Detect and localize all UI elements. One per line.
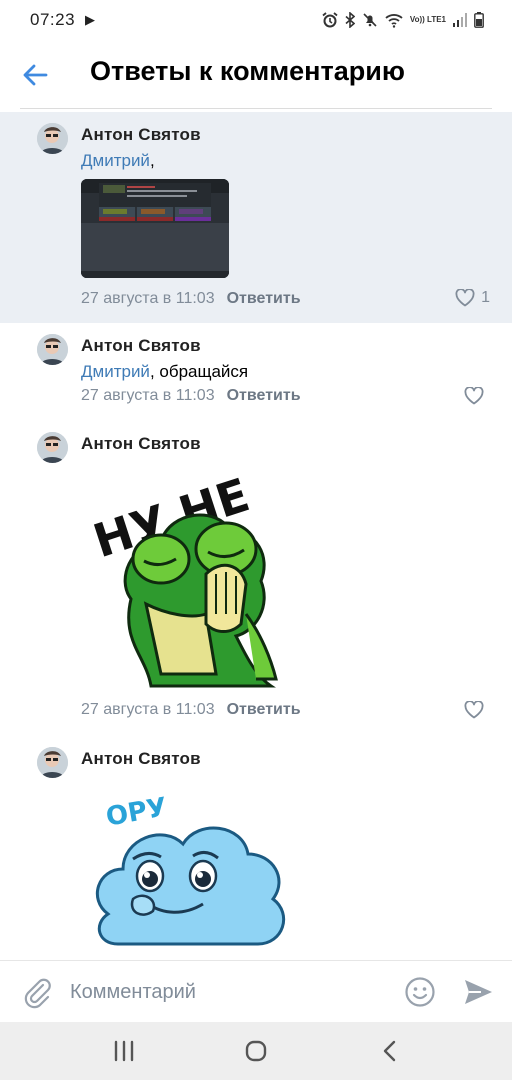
home-icon [245, 1040, 267, 1062]
heart-icon [464, 387, 484, 405]
comment-item: Антон Святов ОРУ [0, 736, 512, 960]
comment-text: Дмитрий, обращайся [81, 362, 248, 382]
comment-body: , [149, 151, 155, 170]
battery-icon [474, 12, 484, 28]
wifi-icon [385, 14, 403, 28]
comment-meta: 27 августа в 11:03 Ответить [81, 387, 301, 405]
sticker-text: ОРУ [104, 792, 169, 832]
avatar[interactable] [37, 334, 68, 365]
signal-icon [453, 13, 467, 27]
status-bar: 07:23 ▶ Vo)) LTE1 [0, 0, 512, 40]
comment-input[interactable] [70, 975, 390, 1009]
comment-item: Антон Святов НУ НЕ 27 августа в 11:03 Отв… [0, 421, 512, 736]
like-button[interactable] [464, 387, 490, 405]
paperclip-icon [24, 978, 51, 1009]
recent-apps-icon [114, 1040, 134, 1062]
header-divider [20, 108, 492, 109]
network-label: Vo)) LTE1 [409, 15, 446, 24]
comment-author[interactable]: Антон Святов [81, 125, 201, 145]
back-button[interactable] [18, 58, 52, 92]
send-button[interactable] [461, 975, 495, 1009]
comments-feed[interactable]: Антон Святов Дмитрий, 27 августа в 11:03… [0, 112, 512, 960]
home-button[interactable] [241, 1036, 271, 1066]
heart-icon [464, 701, 484, 719]
app-header: Ответы к комментарию [0, 40, 512, 108]
like-button[interactable] [464, 701, 490, 719]
comment-body: , обращайся [149, 362, 249, 381]
comment-meta: 27 августа в 11:03 Ответить [81, 701, 301, 719]
avatar[interactable] [37, 432, 68, 463]
like-button[interactable]: 1 [455, 289, 490, 307]
comment-author[interactable]: Антон Святов [81, 336, 201, 356]
bluetooth-icon [345, 12, 355, 28]
send-icon [465, 980, 492, 1004]
like-count: 1 [481, 289, 490, 306]
alarm-icon [322, 12, 338, 28]
comment-item: Антон Святов Дмитрий, обращайся 27 авгус… [0, 323, 512, 421]
heart-icon [455, 289, 475, 307]
smile-icon [405, 977, 435, 1007]
recent-apps-button[interactable] [109, 1036, 139, 1066]
comment-meta: 27 августа в 11:03 Ответить [81, 290, 301, 308]
frog-facepalm-sticker[interactable]: НУ НЕ [86, 464, 296, 689]
emoji-button[interactable] [403, 975, 437, 1009]
mute-icon [363, 13, 377, 27]
page-title: Ответы к комментарию [90, 56, 405, 86]
comment-date: 27 августа в 11:03 [81, 290, 215, 307]
image-thumbnail[interactable] [81, 179, 229, 278]
avatar[interactable] [37, 747, 68, 778]
status-icons: Vo)) LTE1 [322, 12, 484, 28]
comment-author[interactable]: Антон Святов [81, 434, 201, 454]
reply-button[interactable]: Ответить [227, 701, 301, 718]
mention-link[interactable]: Дмитрий [81, 151, 150, 170]
crying-cloud-sticker[interactable]: ОРУ [88, 784, 298, 960]
comment-date: 27 августа в 11:03 [81, 701, 215, 718]
media-play-icon: ▶ [85, 12, 96, 27]
reply-button[interactable]: Ответить [227, 387, 301, 404]
comment-input-bar [0, 960, 512, 1022]
avatar[interactable] [37, 123, 68, 154]
arrow-left-icon [23, 64, 48, 86]
attach-button[interactable] [20, 975, 54, 1009]
comment-date: 27 августа в 11:03 [81, 387, 215, 404]
status-time: 07:23 [30, 10, 76, 29]
comment-text: Дмитрий, [81, 151, 155, 171]
mention-link[interactable]: Дмитрий [81, 362, 150, 381]
system-nav-bar [0, 1022, 512, 1080]
system-back-button[interactable] [375, 1036, 405, 1066]
comment-author[interactable]: Антон Святов [81, 749, 201, 769]
reply-button[interactable]: Ответить [227, 290, 301, 307]
chevron-left-icon [383, 1040, 396, 1062]
comment-item: Антон Святов Дмитрий, 27 августа в 11:03… [0, 112, 512, 323]
